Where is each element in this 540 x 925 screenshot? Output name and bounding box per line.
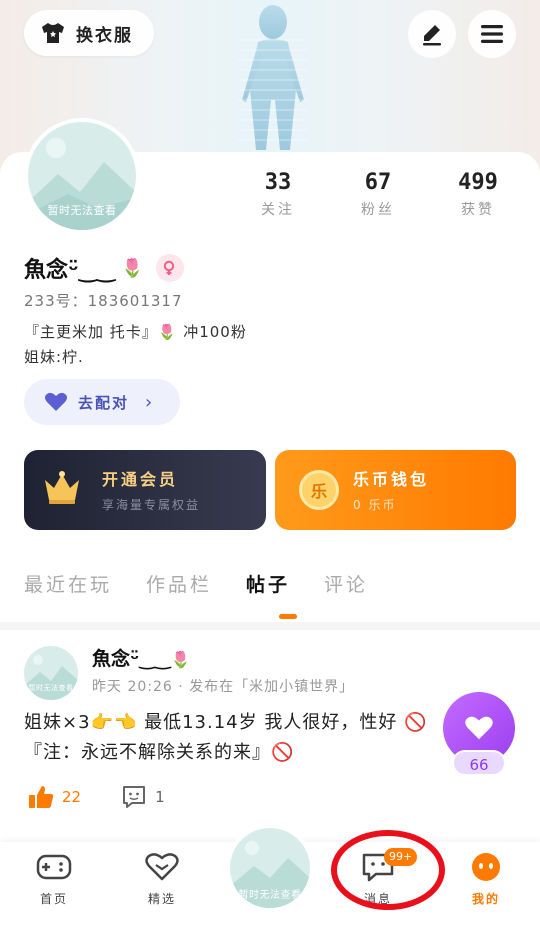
avatar-unavailable-text: 暂时无法查看: [47, 204, 117, 217]
tab-works[interactable]: 作品栏: [146, 570, 212, 597]
heart-outline-icon: [145, 853, 179, 881]
face-icon: [472, 853, 500, 881]
comment-icon: [123, 786, 146, 808]
username-row: 魚念ᵕ̈‿‿ 🌷: [24, 252, 184, 284]
heart-icon: [45, 392, 67, 411]
nav-home-label: 首页: [39, 892, 68, 906]
profile-stats: 33 关注 67 粉丝 499 获赞: [228, 170, 528, 219]
username: 魚念ᵕ̈‿‿: [24, 258, 116, 283]
tulip-icon: 🌷: [121, 257, 144, 279]
menu-button[interactable]: [468, 10, 516, 58]
stat-label: 获赞: [461, 202, 495, 218]
female-gender-icon: [155, 254, 184, 282]
tab-comments[interactable]: 评论: [324, 570, 368, 597]
coin-subtitle: 0 乐币: [353, 498, 397, 512]
post-meta: 昨天 20:26 · 发布在「米加小镇世界」: [92, 679, 355, 695]
profile-tabs: 最近在玩 作品栏 帖子 评论: [24, 570, 368, 597]
stat-label: 粉丝: [361, 202, 395, 218]
tab-indicator: [279, 614, 297, 619]
tab-recent[interactable]: 最近在玩: [24, 570, 112, 597]
stat-likes[interactable]: 499 获赞: [428, 170, 528, 219]
match-label: 去配对: [78, 393, 130, 412]
vip-subtitle: 享海量专属权益: [102, 498, 201, 512]
coin-icon: 乐: [299, 470, 339, 510]
edit-icon: [423, 25, 441, 46]
bio-line: 『主更米加 托卡』🌷 冲100粉: [24, 323, 247, 341]
post-author-name-text: 魚念ᵕ̈‿‿: [92, 648, 171, 670]
match-button[interactable]: 去配对 ›: [24, 379, 180, 425]
vip-title: 开通会员: [102, 470, 179, 489]
post-body[interactable]: 姐妹×3👉👈 最低13.14岁 我人很好，性好 🚫『注：永远不解除关系的来』🚫: [24, 708, 454, 768]
user-id: 233号：183601317: [24, 292, 183, 310]
bio: 『主更米加 托卡』🌷 冲100粉 姐妹:柠.: [24, 320, 247, 370]
like-button[interactable]: 22: [28, 784, 81, 810]
post-author-avatar[interactable]: 暂时无法查看: [24, 646, 78, 700]
stat-label: 关注: [261, 202, 295, 218]
stat-number: 499: [458, 170, 498, 195]
change-outfit-button[interactable]: 换衣服: [24, 10, 154, 56]
profile-avatar[interactable]: 暂时无法查看: [24, 118, 140, 234]
nav-home[interactable]: 首页: [24, 852, 84, 907]
avatar-unavailable-text: 暂时无法查看: [28, 684, 74, 692]
comment-button[interactable]: 1: [121, 784, 165, 810]
tulip-icon: 🌷: [170, 650, 191, 669]
crown-icon: [45, 471, 79, 504]
coin-wallet-card[interactable]: 乐 乐币钱包 0 乐币: [275, 450, 516, 530]
nav-mine[interactable]: 我的: [456, 852, 516, 907]
heart-icon: [465, 716, 493, 740]
change-outfit-label: 换衣服: [76, 25, 133, 46]
bio-line: 姐妹:柠.: [24, 348, 84, 366]
gamepad-icon: [36, 854, 72, 880]
stat-number: 33: [264, 170, 292, 195]
tab-posts[interactable]: 帖子: [246, 570, 290, 597]
shirt-icon: [42, 23, 64, 43]
comment-count: 1: [155, 788, 165, 806]
highlight-annotation-circle: [331, 830, 445, 910]
chevron-right-icon: ›: [145, 391, 153, 413]
post-actions: 22 1: [28, 784, 165, 810]
stat-following[interactable]: 33 关注: [228, 170, 328, 219]
avatar-unavailable-text: 暂时无法查看: [238, 890, 302, 901]
center-avatar-button[interactable]: 暂时无法查看: [226, 824, 314, 912]
nav-featured[interactable]: 精选: [132, 852, 192, 907]
nav-featured-label: 精选: [147, 892, 176, 906]
nav-mine-label: 我的: [471, 892, 500, 906]
like-count: 22: [62, 788, 82, 806]
vip-membership-card[interactable]: 开通会员 享海量专属权益: [24, 450, 266, 530]
edit-button[interactable]: [408, 10, 456, 58]
thumbs-up-icon: [29, 786, 54, 808]
post-author-name: 魚念ᵕ̈‿‿🌷: [92, 644, 191, 671]
coin-title: 乐币钱包: [353, 470, 430, 489]
stat-followers[interactable]: 67 粉丝: [328, 170, 428, 219]
menu-icon: [481, 25, 503, 43]
floating-like-count: 66: [452, 750, 506, 776]
section-divider: [0, 622, 540, 630]
stat-number: 67: [364, 170, 392, 195]
character-figure: [238, 5, 308, 150]
